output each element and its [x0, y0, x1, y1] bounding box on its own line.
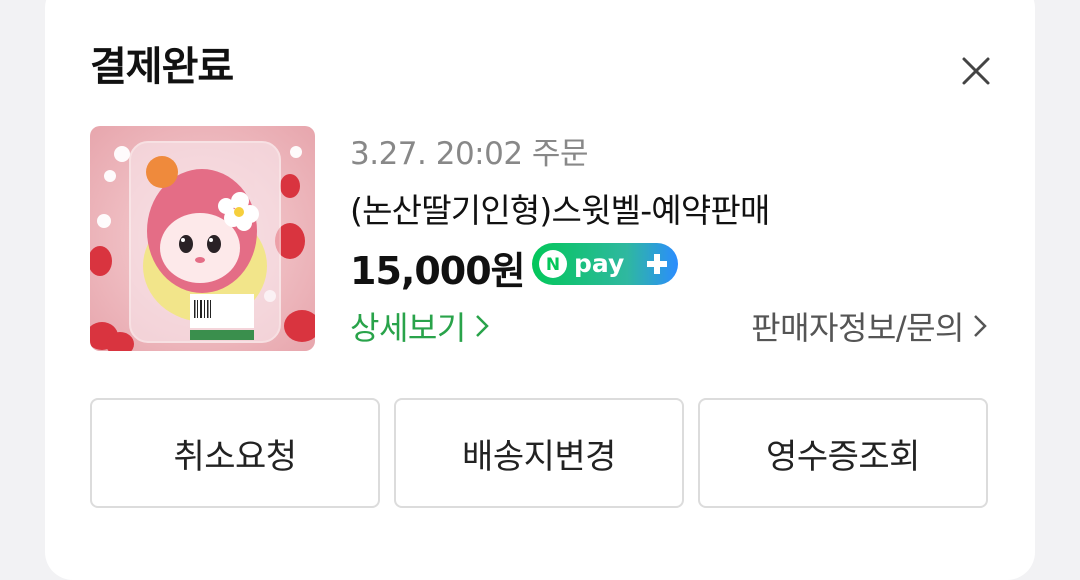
seller-info-link[interactable]: 판매자정보/문의 — [751, 303, 990, 349]
close-icon[interactable] — [955, 50, 997, 92]
svg-text:pay: pay — [574, 249, 624, 278]
seller-info-label: 판매자정보/문의 — [751, 309, 964, 347]
detail-link[interactable]: 상세보기 — [350, 303, 492, 349]
product-price: 15,000원 — [350, 249, 526, 293]
npay-plus-badge: N pay — [532, 243, 678, 285]
receipt-button[interactable]: 영수증조회 — [698, 398, 988, 508]
chevron-right-icon — [974, 315, 987, 337]
product-thumbnail[interactable] — [90, 126, 315, 351]
dialog-title: 결제완료 — [90, 44, 234, 90]
detail-link-label: 상세보기 — [350, 309, 466, 347]
change-address-button[interactable]: 배송지변경 — [394, 398, 684, 508]
product-name[interactable]: (논산딸기인형)스윗벨-예약판매 — [350, 184, 770, 232]
order-date: 3.27. 20:02 주문 — [350, 136, 588, 172]
svg-text:N: N — [546, 255, 560, 275]
chevron-right-icon — [475, 315, 489, 337]
cancel-request-button[interactable]: 취소요청 — [90, 398, 380, 508]
